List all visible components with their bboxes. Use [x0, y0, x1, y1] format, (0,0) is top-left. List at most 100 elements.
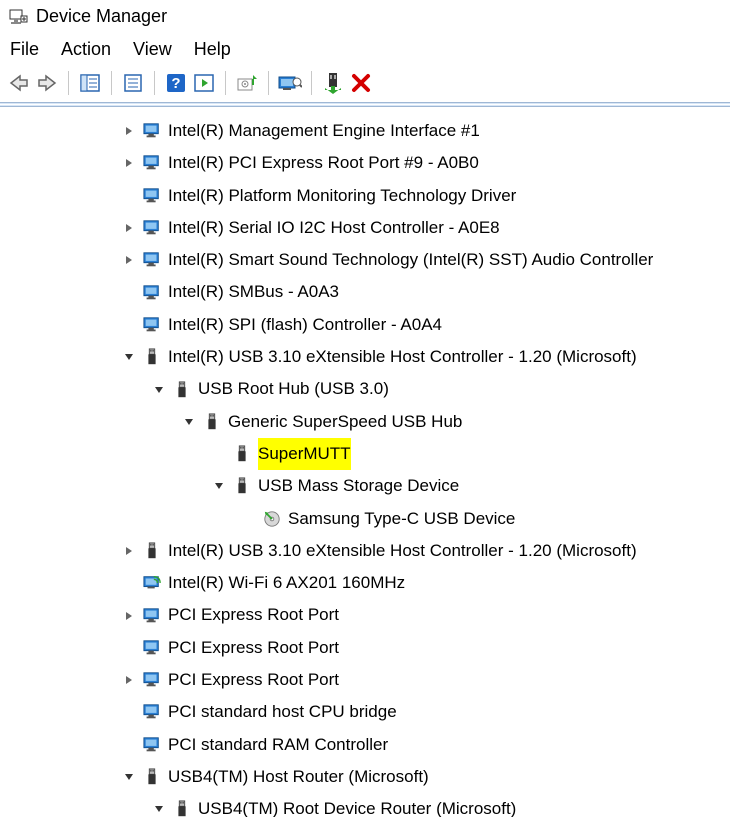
monitor-icon [142, 283, 162, 303]
delete-icon[interactable] [348, 70, 374, 96]
toolbar-separator [111, 71, 112, 95]
monitor-icon [142, 606, 162, 626]
expand-icon[interactable] [120, 675, 138, 685]
tree-item-label: Samsung Type-C USB Device [288, 503, 515, 535]
tree-row[interactable]: SuperMUTT [10, 438, 726, 470]
tree-row[interactable]: Intel(R) Smart Sound Technology (Intel(R… [10, 244, 726, 276]
tree-item-label: Intel(R) Serial IO I2C Host Controller -… [168, 212, 500, 244]
tree-row[interactable]: PCI standard host CPU bridge [10, 696, 726, 728]
usb-icon [142, 767, 162, 787]
usb-icon [172, 380, 192, 400]
help-icon[interactable]: ? [163, 70, 189, 96]
expand-icon[interactable] [120, 223, 138, 233]
menu-help[interactable]: Help [194, 39, 231, 60]
tree-row[interactable]: PCI standard RAM Controller [10, 729, 726, 761]
tree-item-label: Intel(R) Management Engine Interface #1 [168, 115, 480, 147]
tree-item-label: Intel(R) SMBus - A0A3 [168, 276, 339, 308]
tree-item-label: Generic SuperSpeed USB Hub [228, 406, 462, 438]
usb-icon [232, 476, 252, 496]
collapse-icon[interactable] [150, 804, 168, 814]
tree-row[interactable]: PCI Express Root Port [10, 599, 726, 631]
back-arrow-icon[interactable] [6, 70, 32, 96]
collapse-icon[interactable] [120, 352, 138, 362]
tree-row[interactable]: PCI Express Root Port [10, 632, 726, 664]
toolbar: ? [0, 68, 730, 100]
monitor-icon [142, 153, 162, 173]
tree-row[interactable]: Intel(R) USB 3.10 eXtensible Host Contro… [10, 535, 726, 567]
usb-icon [142, 541, 162, 561]
monitor-icon [142, 735, 162, 755]
monitor-icon [142, 638, 162, 658]
tree-item-label: Intel(R) USB 3.10 eXtensible Host Contro… [168, 341, 637, 373]
tree-item-label: USB Root Hub (USB 3.0) [198, 373, 389, 405]
tree-item-label: USB4(TM) Root Device Router (Microsoft) [198, 793, 516, 817]
menu-action[interactable]: Action [61, 39, 111, 60]
tree-row[interactable]: Intel(R) SMBus - A0A3 [10, 276, 726, 308]
tree-row[interactable]: USB Root Hub (USB 3.0) [10, 373, 726, 405]
app-icon [8, 7, 28, 27]
tree-row[interactable]: USB4(TM) Root Device Router (Microsoft) [10, 793, 726, 817]
tree-row[interactable]: USB4(TM) Host Router (Microsoft) [10, 761, 726, 793]
monitor-icon [142, 250, 162, 270]
collapse-icon[interactable] [180, 417, 198, 427]
tree-row[interactable]: PCI Express Root Port [10, 664, 726, 696]
monitor-icon [142, 121, 162, 141]
device-tree[interactable]: Intel(R) Management Engine Interface #1I… [0, 107, 730, 817]
toolbar-separator [68, 71, 69, 95]
expand-icon[interactable] [120, 611, 138, 621]
tree-row[interactable]: Intel(R) Wi-Fi 6 AX201 160MHz [10, 567, 726, 599]
toolbar-separator [225, 71, 226, 95]
monitor-icon [142, 186, 162, 206]
menu-view[interactable]: View [133, 39, 172, 60]
tree-row[interactable]: Intel(R) USB 3.10 eXtensible Host Contro… [10, 341, 726, 373]
toolbar-separator [311, 71, 312, 95]
tree-item-label: PCI Express Root Port [168, 599, 339, 631]
tree-item-label: Intel(R) PCI Express Root Port #9 - A0B0 [168, 147, 479, 179]
usb-icon [232, 444, 252, 464]
expand-icon[interactable] [120, 158, 138, 168]
expand-icon[interactable] [120, 126, 138, 136]
tree-item-label: Intel(R) Smart Sound Technology (Intel(R… [168, 244, 653, 276]
tree-item-label: SuperMUTT [258, 438, 351, 470]
show-hide-icon[interactable] [77, 70, 103, 96]
expand-icon[interactable] [120, 255, 138, 265]
tree-row[interactable]: Samsung Type-C USB Device [10, 503, 726, 535]
uninstall-icon[interactable] [320, 70, 346, 96]
monitor-icon [142, 702, 162, 722]
collapse-icon[interactable] [150, 385, 168, 395]
monitor-icon [142, 670, 162, 690]
window-title: Device Manager [36, 6, 167, 27]
forward-arrow-icon[interactable] [34, 70, 60, 96]
menu-file[interactable]: File [10, 39, 39, 60]
tree-item-label: PCI standard RAM Controller [168, 729, 388, 761]
tree-item-label: Intel(R) SPI (flash) Controller - A0A4 [168, 309, 442, 341]
tree-row[interactable]: Intel(R) Platform Monitoring Technology … [10, 180, 726, 212]
wifi-icon [142, 573, 162, 593]
tree-item-label: Intel(R) USB 3.10 eXtensible Host Contro… [168, 535, 637, 567]
disk-icon [262, 509, 282, 529]
usb-icon [202, 412, 222, 432]
monitor-icon [142, 218, 162, 238]
tree-row[interactable]: Generic SuperSpeed USB Hub [10, 406, 726, 438]
update-driver-icon[interactable] [234, 70, 260, 96]
enable-icon[interactable] [191, 70, 217, 96]
collapse-icon[interactable] [120, 772, 138, 782]
scan-hardware-icon[interactable] [277, 70, 303, 96]
titlebar: Device Manager [0, 0, 730, 35]
toolbar-separator [154, 71, 155, 95]
usb-icon [172, 799, 192, 817]
menubar: File Action View Help [0, 35, 730, 68]
tree-row[interactable]: Intel(R) SPI (flash) Controller - A0A4 [10, 309, 726, 341]
expand-icon[interactable] [120, 546, 138, 556]
svg-text:?: ? [171, 75, 180, 92]
tree-item-label: USB Mass Storage Device [258, 470, 459, 502]
tree-item-label: PCI Express Root Port [168, 664, 339, 696]
properties-icon[interactable] [120, 70, 146, 96]
tree-row[interactable]: Intel(R) Serial IO I2C Host Controller -… [10, 212, 726, 244]
tree-row[interactable]: Intel(R) PCI Express Root Port #9 - A0B0 [10, 147, 726, 179]
tree-row[interactable]: USB Mass Storage Device [10, 470, 726, 502]
monitor-icon [142, 315, 162, 335]
tree-item-label: Intel(R) Wi-Fi 6 AX201 160MHz [168, 567, 405, 599]
tree-row[interactable]: Intel(R) Management Engine Interface #1 [10, 115, 726, 147]
collapse-icon[interactable] [210, 481, 228, 491]
